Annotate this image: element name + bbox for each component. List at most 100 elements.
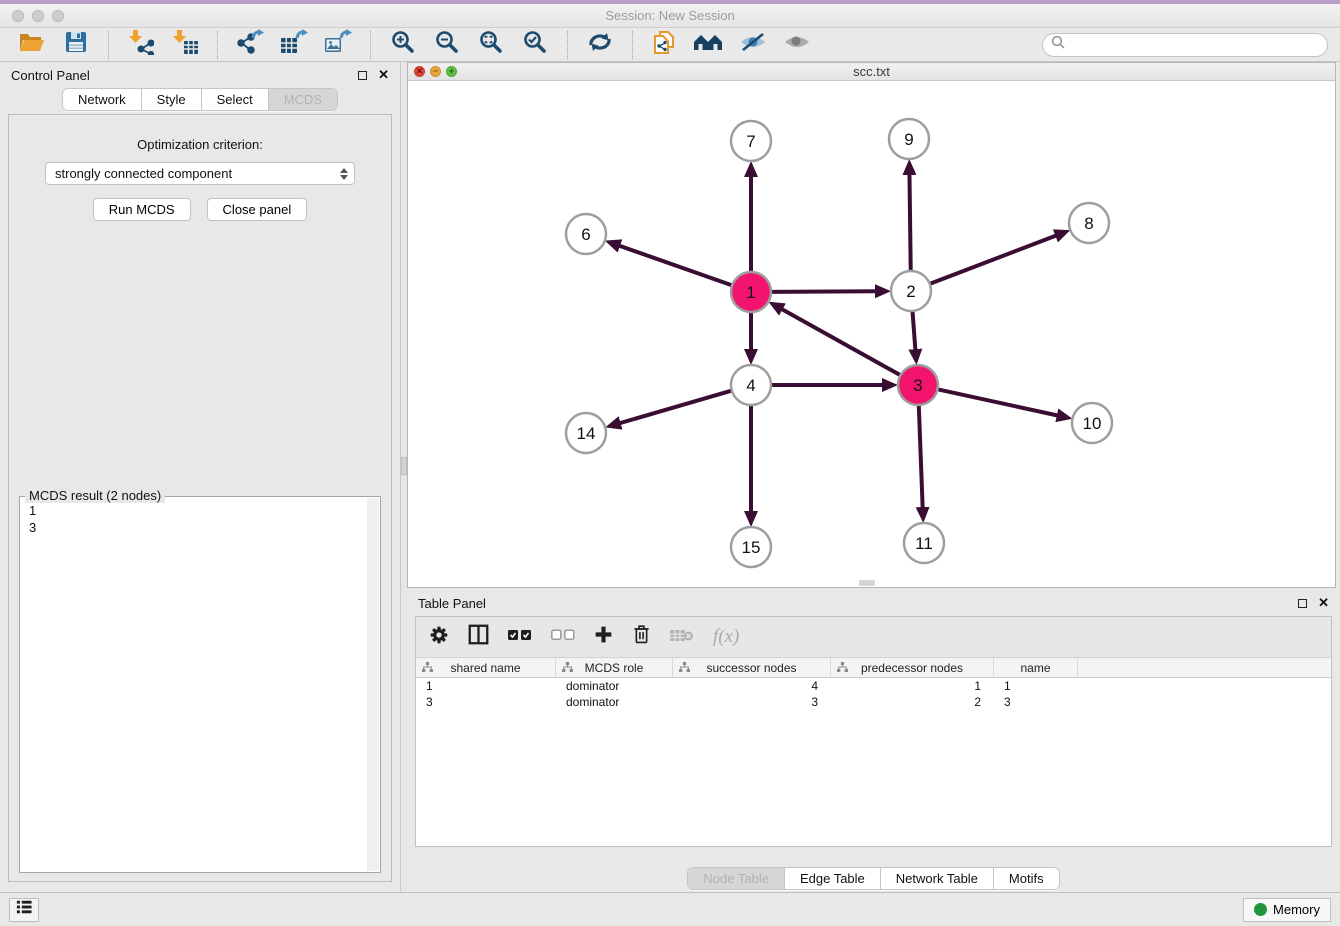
edge-1-6[interactable]	[618, 245, 732, 285]
status-bar: Memory	[0, 892, 1340, 926]
zoom-selected-icon	[523, 30, 547, 59]
edge-2-9[interactable]	[909, 173, 910, 271]
cell-name[interactable]: 1	[994, 678, 1078, 694]
canvas-splitter-handle-icon[interactable]	[859, 580, 875, 586]
show-home-button[interactable]	[689, 30, 729, 60]
open-session-button[interactable]	[12, 30, 52, 60]
export-table-button[interactable]	[274, 30, 314, 60]
tab-edge-table[interactable]: Edge Table	[785, 868, 881, 889]
panel-splitter[interactable]	[400, 62, 407, 892]
apply-layout-button[interactable]	[580, 30, 620, 60]
zoom-fit-button[interactable]	[471, 30, 511, 60]
panel-list-button[interactable]	[9, 898, 39, 922]
table-select-all-button[interactable]	[508, 628, 532, 646]
node-4[interactable]: 4	[731, 365, 771, 405]
cell-shared-name[interactable]: 1	[416, 678, 556, 694]
cell-predecessor-nodes[interactable]: 1	[831, 678, 994, 694]
node-9[interactable]: 9	[889, 119, 929, 159]
network-window-titlebar[interactable]: ✕ − + scc.txt	[408, 63, 1335, 81]
svg-text:4: 4	[746, 376, 755, 395]
export-network-button[interactable]	[230, 30, 270, 60]
close-table-panel-icon[interactable]: ✕	[1318, 598, 1329, 608]
table-function-button[interactable]: f(x)	[713, 626, 739, 648]
result-scrollbar[interactable]	[367, 498, 379, 871]
column-header-name[interactable]: name	[994, 658, 1078, 677]
cell-MCDS-role[interactable]: dominator	[556, 678, 673, 694]
float-panel-icon[interactable]	[358, 71, 367, 80]
close-panel-icon[interactable]: ✕	[378, 70, 389, 80]
float-table-panel-icon[interactable]	[1298, 599, 1307, 608]
zoom-out-button[interactable]	[427, 30, 467, 60]
run-mcds-button[interactable]: Run MCDS	[93, 198, 191, 221]
node-3[interactable]: 3	[898, 365, 938, 405]
search-field[interactable]	[1042, 33, 1328, 57]
cell-name[interactable]: 3	[994, 694, 1078, 710]
export-image-button[interactable]	[318, 30, 358, 60]
node-10[interactable]: 10	[1072, 403, 1112, 443]
tab-motifs[interactable]: Motifs	[994, 868, 1059, 889]
table-row[interactable]: 1dominator411	[416, 678, 1331, 694]
node-8[interactable]: 8	[1069, 203, 1109, 243]
network-close-button[interactable]: ✕	[414, 66, 425, 77]
tab-network-table[interactable]: Network Table	[881, 868, 994, 889]
node-2[interactable]: 2	[891, 271, 931, 311]
close-panel-button[interactable]: Close panel	[207, 198, 308, 221]
edge-3-10[interactable]	[938, 389, 1059, 415]
splitter-handle-icon[interactable]	[401, 457, 407, 475]
save-session-button[interactable]	[56, 30, 96, 60]
zoom-in-button[interactable]	[383, 30, 423, 60]
duplicate-network-button[interactable]	[645, 30, 685, 60]
node-6[interactable]: 6	[566, 214, 606, 254]
maximize-window-button[interactable]	[52, 10, 64, 22]
edge-3-11[interactable]	[919, 405, 923, 509]
column-header-shared-name[interactable]: shared name	[416, 658, 556, 677]
table-row[interactable]: 3dominator323	[416, 694, 1331, 710]
table-settings-button[interactable]	[429, 625, 449, 650]
cell-successor-nodes[interactable]: 4	[673, 678, 831, 694]
network-canvas[interactable]: 7 9 6 8 1 2 4 3 14 10 15 11	[408, 81, 1335, 587]
cell-predecessor-nodes[interactable]: 2	[831, 694, 994, 710]
node-14[interactable]: 14	[566, 413, 606, 453]
node-11[interactable]: 11	[904, 523, 944, 563]
table-delete-button[interactable]	[632, 624, 651, 650]
tab-network[interactable]: Network	[63, 89, 142, 110]
table-deselect-all-button[interactable]	[551, 628, 575, 646]
tab-mcds[interactable]: MCDS	[269, 89, 337, 110]
edge-1-2[interactable]	[771, 291, 877, 292]
network-minimize-button[interactable]: −	[430, 66, 441, 77]
column-header-MCDS-role[interactable]: MCDS role	[556, 658, 673, 677]
edge-3-1[interactable]	[781, 309, 901, 376]
window-traffic-lights[interactable]	[12, 10, 64, 22]
node-15[interactable]: 15	[731, 527, 771, 567]
hide-selected-button[interactable]	[733, 30, 773, 60]
show-hidden-button[interactable]	[777, 30, 817, 60]
cell-MCDS-role[interactable]: dominator	[556, 694, 673, 710]
memory-button[interactable]: Memory	[1243, 898, 1331, 922]
criterion-select[interactable]: strongly connected component	[45, 162, 355, 185]
column-header-successor-nodes[interactable]: successor nodes	[673, 658, 831, 677]
cell-successor-nodes[interactable]: 3	[673, 694, 831, 710]
table-add-button[interactable]	[594, 625, 613, 649]
close-window-button[interactable]	[12, 10, 24, 22]
node-7[interactable]: 7	[731, 121, 771, 161]
zoom-selected-button[interactable]	[515, 30, 555, 60]
cell-shared-name[interactable]: 3	[416, 694, 556, 710]
select-stepper-icon	[340, 168, 350, 180]
table-delete-column-button[interactable]	[670, 627, 694, 648]
search-input[interactable]	[1070, 37, 1319, 52]
network-graph: 7 9 6 8 1 2 4 3 14 10 15 11	[408, 81, 1335, 587]
edge-2-8[interactable]	[930, 235, 1058, 284]
delete-column-icon	[670, 627, 694, 648]
edge-2-3[interactable]	[912, 311, 915, 351]
node-1[interactable]: 1	[731, 272, 771, 312]
network-maximize-button[interactable]: +	[446, 66, 457, 77]
tab-select[interactable]: Select	[202, 89, 269, 110]
tab-node-table[interactable]: Node Table	[688, 868, 785, 889]
table-split-panel-button[interactable]	[468, 624, 489, 650]
minimize-window-button[interactable]	[32, 10, 44, 22]
tab-style[interactable]: Style	[142, 89, 202, 110]
column-header-predecessor-nodes[interactable]: predecessor nodes	[831, 658, 994, 677]
edge-4-14[interactable]	[619, 391, 732, 424]
import-table-button[interactable]	[165, 30, 205, 60]
import-network-button[interactable]	[121, 30, 161, 60]
